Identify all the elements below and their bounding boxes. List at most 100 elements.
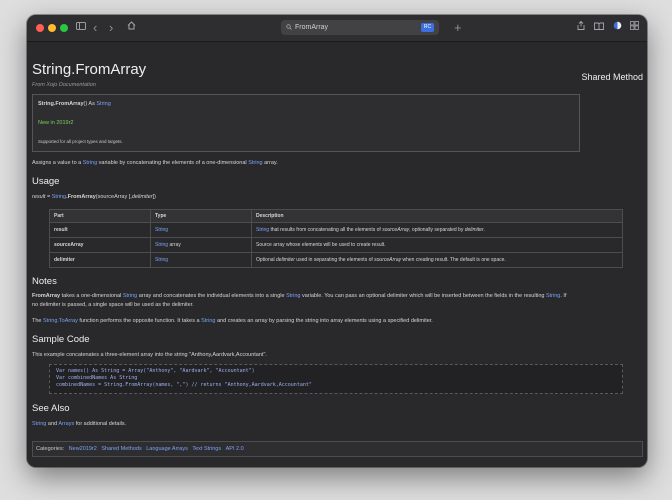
address-text: FromArray: [295, 24, 329, 31]
method-name: FromArray: [32, 293, 61, 299]
string-link[interactable]: String: [83, 160, 97, 166]
notes-text: variable. You can pass an optional delim…: [300, 293, 546, 299]
column-header: Type: [150, 209, 252, 223]
summary-part: variable by concatenating the elements o…: [97, 160, 249, 166]
signature-type-link[interactable]: String: [96, 101, 110, 107]
table-row: result String String that results from c…: [49, 222, 623, 238]
string-link[interactable]: String: [52, 194, 66, 200]
description-cell: Source array whose elements will be used…: [251, 237, 623, 253]
code-line: combinedNames = String.FromArray(names, …: [56, 382, 312, 388]
string-link[interactable]: String: [248, 160, 262, 166]
part-cell: delimiter: [49, 252, 151, 268]
code-line: Var combinedNames As String: [56, 375, 138, 381]
notes-paragraph-2: The String.ToArray function performs the…: [32, 317, 433, 326]
desc-text: Optional: [256, 257, 277, 263]
notes-heading: Notes: [32, 276, 57, 287]
page-content: String.FromArray Shared Method From Xojo…: [27, 42, 647, 467]
arrays-link[interactable]: Arrays: [58, 421, 74, 427]
category-link[interactable]: New2019r2: [69, 446, 97, 452]
type-cell: String: [150, 252, 252, 268]
forward-button[interactable]: ›: [109, 20, 113, 36]
notes-text: function performs the opposite function.…: [77, 318, 202, 324]
description-cell: Optional delimiter used in separating th…: [251, 252, 623, 268]
categories-bar: Categories: New2019r2 Shared Methods Lan…: [32, 441, 643, 457]
sidebar-toggle-icon[interactable]: [76, 20, 86, 36]
notes-text: takes a one-dimensional: [60, 293, 123, 299]
category-link[interactable]: API 2.0: [226, 446, 244, 452]
category-link[interactable]: Shared Methods: [101, 446, 141, 452]
string-link[interactable]: String: [123, 293, 137, 299]
browser-toolbar: ‹ › FromArray RC +: [27, 15, 647, 42]
category-link[interactable]: Language Arrays: [146, 446, 188, 452]
method-signature: String.FromArray() As String: [38, 101, 111, 107]
new-tab-button[interactable]: +: [454, 20, 462, 36]
args-text: (sourceArray [,: [95, 194, 132, 200]
column-header: Description: [251, 209, 623, 223]
type-link[interactable]: String: [155, 227, 168, 233]
result-word: result: [32, 194, 46, 200]
sample-intro: This example concatenates a three-elemen…: [32, 352, 267, 358]
desc-text: used in separating the elements of: [294, 257, 375, 263]
type-link[interactable]: String: [155, 257, 168, 263]
zoom-window-button[interactable]: [60, 24, 68, 32]
args-italic: delimiter: [131, 194, 153, 200]
extension-badge[interactable]: RC: [421, 23, 434, 32]
see-also-heading: See Also: [32, 403, 70, 414]
string-link[interactable]: String: [32, 421, 46, 427]
parameters-table: Part Type Description result String Stri…: [49, 209, 623, 268]
search-icon: [286, 20, 292, 35]
notes-text: and creates an array by parsing the stri…: [215, 318, 433, 324]
notes-text: no delimiter is passed, a single space w…: [32, 301, 194, 308]
summary-text: Assigns a value to a String variable by …: [32, 159, 278, 168]
type-cell: String array: [150, 237, 252, 253]
table-row: delimiter String Optional delimiter used…: [49, 252, 623, 268]
source-line: From Xojo Documentation: [32, 82, 96, 88]
desc-text: that results from concatenating all the …: [269, 227, 383, 233]
see-also-part: for additional details.: [74, 421, 127, 427]
desc-italic: delimiter: [276, 257, 295, 263]
desc-text: when creating result. The default is one…: [401, 257, 506, 263]
home-icon[interactable]: [127, 20, 136, 36]
signature-params: () As: [83, 101, 97, 107]
desc-italic: sourceArray: [382, 227, 410, 233]
notes-text: The: [32, 318, 44, 324]
type-link[interactable]: String: [155, 242, 168, 248]
desc-text: , optionally separated by: [409, 227, 465, 233]
browser-window: ‹ › FromArray RC + String.FromArray Shar…: [27, 15, 647, 467]
part-cell: result: [49, 222, 151, 238]
desc-italic: sourceArray: [374, 257, 402, 263]
category-link[interactable]: Text Strings: [192, 446, 221, 452]
string-link[interactable]: String: [201, 318, 215, 324]
part-cell: sourceArray: [49, 237, 151, 253]
reading-list-icon[interactable]: [594, 20, 604, 36]
new-in-label: New in 2019r2: [38, 120, 74, 126]
method-type-label: Shared Method: [581, 72, 643, 82]
string-link[interactable]: String: [256, 227, 269, 233]
share-icon[interactable]: [577, 20, 585, 36]
categories-label: Categories:: [36, 446, 65, 452]
to-array-link[interactable]: String.ToArray: [43, 318, 78, 324]
supported-note: Supported for all project types and targ…: [38, 139, 123, 144]
notes-text: . If: [560, 293, 567, 299]
dark-mode-icon[interactable]: [613, 20, 622, 36]
summary-part: Assigns a value to a: [32, 160, 83, 166]
summary-part: array.: [262, 160, 278, 166]
string-link[interactable]: String: [286, 293, 300, 299]
address-bar[interactable]: FromArray RC: [281, 20, 439, 35]
desc-text: .: [483, 227, 486, 233]
minimize-window-button[interactable]: [48, 24, 56, 32]
string-link[interactable]: String: [546, 293, 560, 299]
info-box: String.FromArray() As String New in 2019…: [32, 94, 580, 152]
tab-overview-icon[interactable]: [630, 20, 639, 36]
back-button[interactable]: ‹: [93, 20, 97, 36]
see-also-text: String and Arrays for additional details…: [32, 420, 126, 429]
desc-italic: delimiter: [464, 227, 484, 233]
page-title: String.FromArray: [32, 61, 147, 78]
code-line: Var names() As String = Array("Anthony",…: [56, 368, 255, 374]
table-row: sourceArray String array Source array wh…: [49, 237, 623, 253]
usage-syntax: result = String.FromArray(sourceArray [,…: [32, 193, 156, 202]
notes-paragraph-1: FromArray takes a one-dimensional String…: [32, 292, 642, 309]
close-window-button[interactable]: [36, 24, 44, 32]
description-cell: String that results from concatenating a…: [251, 222, 623, 238]
notes-text: array and concatenates the individual el…: [137, 293, 287, 299]
